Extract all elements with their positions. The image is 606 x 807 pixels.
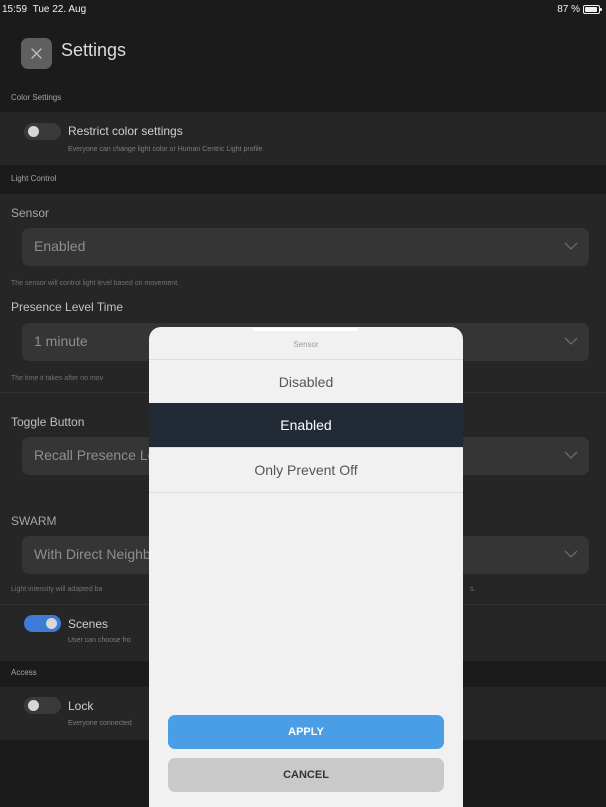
cancel-button[interactable]: CANCEL [168, 758, 444, 792]
sheet-grabber[interactable] [253, 328, 358, 331]
section-label: Color Settings [11, 93, 62, 102]
restrict-color-toggle[interactable] [24, 123, 61, 140]
scenes-subtitle: User can choose fro [68, 637, 131, 644]
status-time: 15:59 [2, 4, 28, 15]
lock-toggle[interactable] [24, 697, 61, 714]
restrict-color-title: Restrict color settings [68, 124, 183, 138]
swarm-help-text: Light intensity will adapted ba [11, 586, 103, 593]
section-header-color-settings: Color Settings [0, 86, 606, 112]
toggle-button-label: Toggle Button [11, 415, 85, 429]
swarm-label: SWARM [11, 514, 57, 528]
toggle-knob [46, 618, 57, 629]
option-enabled[interactable]: Enabled [149, 403, 463, 447]
sheet-title: Sensor [293, 340, 319, 349]
presence-time-label: Presence Level Time [11, 300, 124, 314]
lock-title: Lock [68, 699, 94, 713]
sensor-label: Sensor [11, 206, 50, 220]
chevron-down-icon [564, 242, 578, 250]
color-settings-panel: Restrict color settings Everyone can cha… [0, 112, 606, 165]
sensor-help-text: The sensor will control light level base… [11, 280, 180, 287]
sensor-value: Enabled [34, 238, 86, 254]
option-only-prevent-off[interactable]: Only Prevent Off [149, 447, 463, 493]
restrict-color-subtitle: Everyone can change light color or Human… [68, 146, 263, 153]
battery-status: 87 % [557, 4, 602, 15]
apply-button[interactable]: APPLY [168, 715, 444, 749]
swarm-help-text-end: s. [470, 586, 476, 593]
toggle-knob [28, 700, 39, 711]
presence-time-help-text: The time it takes after no mov [11, 375, 104, 382]
page-title: Settings [61, 40, 127, 60]
sensor-select[interactable]: Enabled [22, 228, 589, 266]
status-bar: 15:59 Tue 22. Aug 87 % [0, 0, 606, 18]
scenes-toggle[interactable] [24, 615, 61, 632]
section-label: Access [11, 668, 37, 677]
section-label: Light Control [11, 174, 57, 183]
chevron-down-icon [564, 451, 578, 459]
sensor-picker-sheet: Sensor Disabled Enabled Only Prevent Off… [149, 327, 463, 807]
chevron-down-icon [564, 550, 578, 558]
lock-subtitle: Everyone connected [68, 720, 132, 727]
battery-icon [583, 5, 602, 14]
scenes-title: Scenes [68, 617, 109, 631]
battery-percent: 87 % [557, 4, 580, 15]
toggle-button-value: Recall Presence Le [34, 447, 156, 463]
close-button[interactable] [21, 38, 52, 69]
option-disabled[interactable]: Disabled [149, 359, 463, 404]
toggle-knob [28, 126, 39, 137]
presence-time-value: 1 minute [34, 333, 88, 349]
close-icon [31, 48, 42, 59]
status-date: Tue 22. Aug [32, 4, 87, 15]
chevron-down-icon [564, 337, 578, 345]
swarm-value: With Direct Neighb [34, 546, 151, 562]
section-header-light-control: Light Control [0, 165, 606, 194]
